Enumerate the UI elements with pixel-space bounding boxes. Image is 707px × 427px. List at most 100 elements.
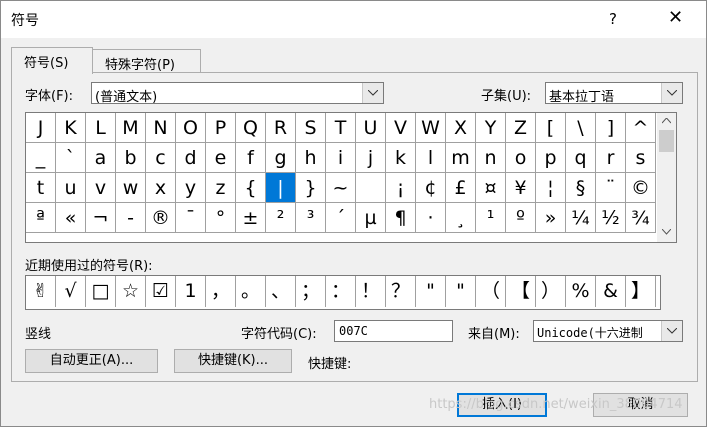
- symbol-cell[interactable]: ¢: [416, 173, 446, 203]
- symbol-cell[interactable]: ©: [626, 173, 656, 203]
- symbol-cell[interactable]: ¬: [86, 203, 116, 233]
- symbol-cell[interactable]: l: [416, 143, 446, 173]
- symbol-cell[interactable]: »: [536, 203, 566, 233]
- symbol-cell[interactable]: n: [476, 143, 506, 173]
- symbol-cell[interactable]: ^: [626, 113, 656, 143]
- symbol-cell[interactable]: W: [416, 113, 446, 143]
- recent-symbol-cell[interactable]: （: [476, 276, 506, 307]
- symbol-cell[interactable]: N: [146, 113, 176, 143]
- symbol-cell[interactable]: «: [56, 203, 86, 233]
- symbol-cell[interactable]: x: [146, 173, 176, 203]
- symbol-cell[interactable]: a: [86, 143, 116, 173]
- recent-symbol-cell[interactable]: □: [86, 276, 116, 307]
- symbol-cell[interactable]: f: [236, 143, 266, 173]
- symbol-cell[interactable]: K: [56, 113, 86, 143]
- symbol-cell[interactable]: `: [56, 143, 86, 173]
- recent-symbol-cell[interactable]: 】: [626, 276, 656, 307]
- recent-symbol-cell[interactable]: ": [416, 276, 446, 307]
- recent-symbol-cell[interactable]: ": [446, 276, 476, 307]
- symbol-cell[interactable]: m: [446, 143, 476, 173]
- symbol-cell[interactable]: °: [206, 203, 236, 233]
- symbol-cell[interactable]: ®: [146, 203, 176, 233]
- symbol-cell[interactable]: ª: [26, 203, 56, 233]
- symbol-cell[interactable]: Y: [476, 113, 506, 143]
- symbol-cell[interactable]: S: [296, 113, 326, 143]
- symbol-cell[interactable]: ½: [596, 203, 626, 233]
- symbol-cell[interactable]: ²: [266, 203, 296, 233]
- symbol-cell[interactable]: ´: [326, 203, 356, 233]
- symbol-cell[interactable]: w: [116, 173, 146, 203]
- symbol-cell[interactable]: ¤: [476, 173, 506, 203]
- symbol-cell[interactable]: P: [206, 113, 236, 143]
- symbol-cell[interactable]: ³: [296, 203, 326, 233]
- recent-symbol-cell[interactable]: ☆: [116, 276, 146, 307]
- recent-symbol-cell[interactable]: 【: [506, 276, 536, 307]
- recent-symbol-cell[interactable]: ☑: [146, 276, 176, 307]
- symbol-cell[interactable]: £: [446, 173, 476, 203]
- symbol-cell[interactable]: ±: [236, 203, 266, 233]
- recent-symbol-cell[interactable]: ）: [536, 276, 566, 307]
- symbol-cell[interactable]: §: [566, 173, 596, 203]
- chevron-down-icon[interactable]: [662, 229, 671, 235]
- symbol-cell[interactable]: s: [626, 143, 656, 173]
- symbol-cell[interactable]: [356, 173, 386, 203]
- symbol-cell[interactable]: }: [296, 173, 326, 203]
- symbol-cell[interactable]: r: [596, 143, 626, 173]
- recent-symbol-cell[interactable]: ！: [356, 276, 386, 307]
- scrollbar-thumb[interactable]: [659, 130, 674, 152]
- recent-symbol-cell[interactable]: ，: [206, 276, 236, 307]
- symbol-cell[interactable]: J: [26, 113, 56, 143]
- symbol-cell[interactable]: M: [116, 113, 146, 143]
- shortcut-key-button[interactable]: 快捷键(K)...: [174, 349, 292, 373]
- symbol-cell[interactable]: o: [506, 143, 536, 173]
- tab-special-characters[interactable]: 特殊字符(P): [92, 49, 201, 73]
- symbol-cell[interactable]: ¾: [626, 203, 656, 233]
- close-button[interactable]: ✕: [668, 7, 683, 28]
- symbol-cell[interactable]: k: [386, 143, 416, 173]
- symbol-cell[interactable]: Z: [506, 113, 536, 143]
- symbol-cell[interactable]: |: [266, 173, 296, 203]
- recent-symbol-cell[interactable]: √: [56, 276, 86, 307]
- recent-symbol-cell[interactable]: 。: [236, 276, 266, 307]
- symbol-cell[interactable]: U: [356, 113, 386, 143]
- symbol-grid-scrollbar[interactable]: [657, 112, 677, 243]
- symbol-cell[interactable]: {: [236, 173, 266, 203]
- symbol-cell[interactable]: _: [26, 143, 56, 173]
- symbol-cell[interactable]: \: [566, 113, 596, 143]
- subset-select[interactable]: 基本拉丁语: [545, 82, 683, 105]
- symbol-cell[interactable]: u: [56, 173, 86, 203]
- help-button[interactable]: ?: [609, 10, 617, 28]
- symbol-cell[interactable]: º: [506, 203, 536, 233]
- symbol-cell[interactable]: ¡: [386, 173, 416, 203]
- symbol-cell[interactable]: ¨: [596, 173, 626, 203]
- symbol-cell[interactable]: e: [206, 143, 236, 173]
- recent-symbol-cell[interactable]: 、: [266, 276, 296, 307]
- symbol-cell[interactable]: i: [326, 143, 356, 173]
- symbol-cell[interactable]: -: [116, 203, 146, 233]
- symbol-cell[interactable]: h: [296, 143, 326, 173]
- symbol-cell[interactable]: ¸: [446, 203, 476, 233]
- symbol-cell[interactable]: ¼: [566, 203, 596, 233]
- symbol-cell[interactable]: c: [146, 143, 176, 173]
- symbol-cell[interactable]: X: [446, 113, 476, 143]
- symbol-cell[interactable]: j: [356, 143, 386, 173]
- symbol-cell[interactable]: d: [176, 143, 206, 173]
- symbol-cell[interactable]: ¯: [176, 203, 206, 233]
- symbol-cell[interactable]: ·: [416, 203, 446, 233]
- recent-symbol-cell[interactable]: ；: [296, 276, 326, 307]
- font-select[interactable]: (普通文本): [91, 82, 384, 105]
- symbol-cell[interactable]: µ: [356, 203, 386, 233]
- symbol-cell[interactable]: ¹: [476, 203, 506, 233]
- symbol-cell[interactable]: y: [176, 173, 206, 203]
- symbol-cell[interactable]: R: [266, 113, 296, 143]
- chevron-up-icon[interactable]: [662, 118, 671, 124]
- recent-symbol-cell[interactable]: ：: [326, 276, 356, 307]
- symbol-cell[interactable]: g: [266, 143, 296, 173]
- symbol-cell[interactable]: p: [536, 143, 566, 173]
- symbol-cell[interactable]: L: [86, 113, 116, 143]
- symbol-cell[interactable]: Q: [236, 113, 266, 143]
- symbol-cell[interactable]: t: [26, 173, 56, 203]
- symbol-cell[interactable]: ¶: [386, 203, 416, 233]
- symbol-cell[interactable]: ¥: [506, 173, 536, 203]
- symbol-cell[interactable]: T: [326, 113, 356, 143]
